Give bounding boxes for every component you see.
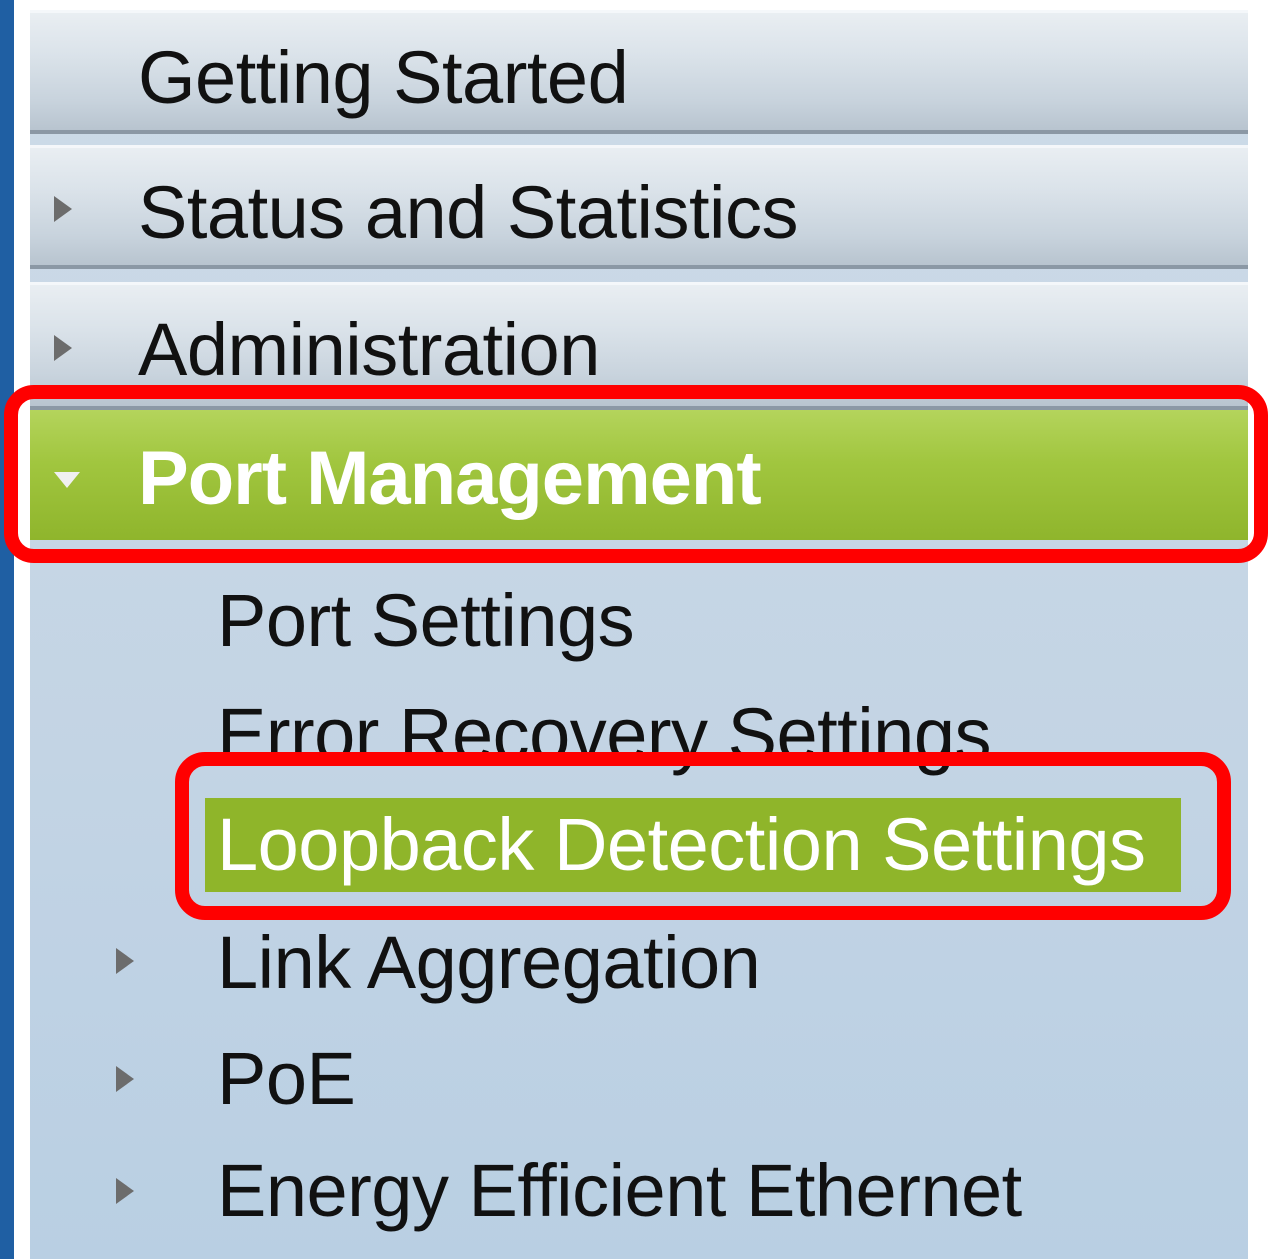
- window-border: [0, 0, 14, 1259]
- triangle-down-icon: [54, 472, 80, 488]
- nav-subitem-port-settings[interactable]: Port Settings: [217, 578, 635, 663]
- triangle-right-icon: [116, 1178, 134, 1204]
- nav-subitem-energy-efficient-ethernet[interactable]: Energy Efficient Ethernet: [217, 1148, 1022, 1233]
- nav-subitem-loopback-detection-settings[interactable]: Loopback Detection Settings: [205, 798, 1181, 892]
- nav-item-administration[interactable]: Administration: [30, 282, 1248, 410]
- nav-item-label: Status and Statistics: [138, 171, 798, 254]
- nav-subitem-poe[interactable]: PoE: [217, 1036, 356, 1121]
- nav-item-status-and-statistics[interactable]: Status and Statistics: [30, 145, 1248, 269]
- nav-item-label: Getting Started: [138, 36, 629, 119]
- screenshot-frame: Getting Started Status and Statistics Ad…: [0, 0, 1271, 1259]
- triangle-right-icon: [116, 948, 134, 974]
- nav-item-port-management[interactable]: Port Management: [30, 410, 1248, 540]
- nav-subitem-error-recovery-settings[interactable]: Error Recovery Settings: [217, 692, 992, 777]
- triangle-right-icon: [54, 196, 72, 222]
- nav-subitem-link-aggregation[interactable]: Link Aggregation: [217, 920, 761, 1005]
- nav-item-label: Port Management: [138, 436, 762, 521]
- triangle-right-icon: [116, 1066, 134, 1092]
- nav-item-getting-started[interactable]: Getting Started: [30, 10, 1248, 134]
- triangle-right-icon: [54, 335, 72, 361]
- nav-subitem-label: Loopback Detection Settings: [217, 803, 1146, 886]
- nav-item-label: Administration: [138, 308, 600, 391]
